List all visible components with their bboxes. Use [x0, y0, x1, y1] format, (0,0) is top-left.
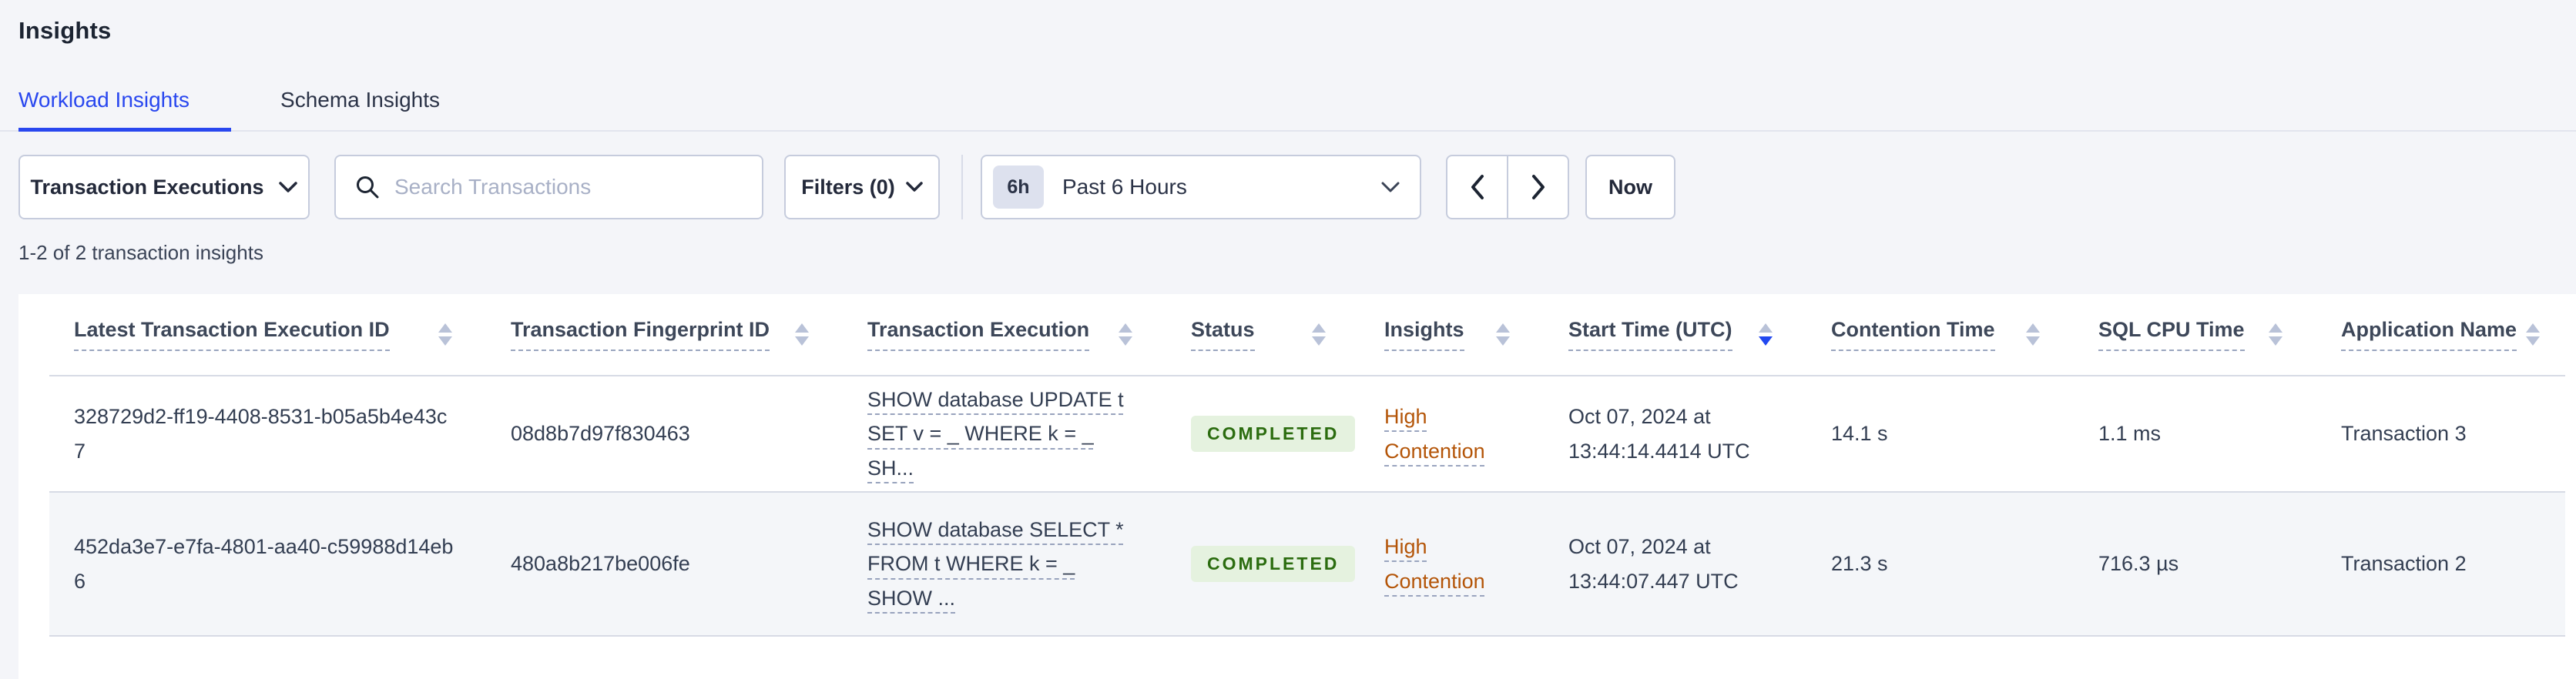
time-range-arrows — [1446, 155, 1569, 219]
time-range-badge: 6h — [993, 166, 1044, 209]
cell-insights: High Contention — [1360, 376, 1544, 493]
sort-icon — [795, 323, 809, 346]
time-range-next-button[interactable] — [1507, 156, 1568, 218]
column-header-insights[interactable]: Insights — [1360, 294, 1544, 376]
sort-icon — [1119, 323, 1132, 346]
sort-icon — [2526, 323, 2541, 346]
table-row: 452da3e7-e7fa-4801-aa40-c59988d14eb6 480… — [49, 492, 2565, 637]
cell-latest-execution-id: 452da3e7-e7fa-4801-aa40-c59988d14eb6 — [49, 492, 486, 637]
sort-icon — [438, 323, 452, 346]
transaction-execution-link[interactable]: SHOW database UPDATE t SET v = _ WHERE k… — [867, 388, 1124, 480]
transaction-insights-table: Latest Transaction Execution ID Transact… — [49, 294, 2565, 637]
insights-table-card: Latest Transaction Execution ID Transact… — [18, 294, 2576, 679]
column-header-fingerprint-id[interactable]: Transaction Fingerprint ID — [486, 294, 843, 376]
chevron-down-icon — [906, 182, 923, 192]
results-summary: 1-2 of 2 transaction insights — [18, 241, 263, 264]
sort-icon — [1496, 323, 1510, 346]
time-range-label: Past 6 Hours — [1062, 175, 1187, 199]
cell-status: COMPLETED — [1166, 376, 1360, 493]
page-title: Insights — [18, 17, 112, 44]
chevron-down-icon — [278, 181, 298, 193]
cell-start-time: Oct 07, 2024 at 13:44:14.4414 UTC — [1544, 376, 1806, 493]
cell-contention-time: 14.1 s — [1806, 376, 2074, 493]
time-range-prev-button[interactable] — [1447, 156, 1507, 218]
cell-application-name: Transaction 2 — [2316, 492, 2565, 637]
filters-label: Filters (0) — [801, 175, 895, 199]
insight-link[interactable]: High Contention — [1384, 535, 1485, 593]
toolbar: Transaction Executions Filters (0) 6h Pa… — [18, 155, 2558, 219]
cell-contention-time: 21.3 s — [1806, 492, 2074, 637]
cell-sql-cpu-time: 716.3 µs — [2074, 492, 2316, 637]
time-range-picker[interactable]: 6h Past 6 Hours — [981, 155, 1421, 219]
search-input[interactable] — [393, 174, 743, 200]
cell-status: COMPLETED — [1166, 492, 1360, 637]
cell-fingerprint-id: 480a8b217be006fe — [486, 492, 843, 637]
transaction-execution-link[interactable]: SHOW database SELECT * FROM t WHERE k = … — [867, 518, 1124, 610]
insight-link[interactable]: High Contention — [1384, 405, 1485, 463]
status-badge: COMPLETED — [1191, 545, 1356, 583]
insights-tab-bar: Workload Insights Schema Insights — [0, 88, 2576, 132]
cell-transaction-execution: SHOW database UPDATE t SET v = _ WHERE k… — [843, 376, 1166, 493]
table-row: 328729d2-ff19-4408-8531-b05a5b4e43c7 08d… — [49, 376, 2565, 493]
sort-icon — [1312, 323, 1326, 346]
sort-icon — [2269, 323, 2283, 346]
column-header-contention-time[interactable]: Contention Time — [1806, 294, 2074, 376]
execution-type-label: Transaction Executions — [30, 175, 264, 199]
tab-schema-insights[interactable]: Schema Insights — [280, 88, 481, 132]
column-header-application-name[interactable]: Application Name — [2316, 294, 2565, 376]
toolbar-divider — [961, 155, 963, 219]
sort-icon-descending-active — [1759, 323, 1773, 346]
status-badge: COMPLETED — [1191, 415, 1356, 453]
column-header-transaction-execution[interactable]: Transaction Execution — [843, 294, 1166, 376]
filters-button[interactable]: Filters (0) — [784, 155, 940, 219]
cell-application-name: Transaction 3 — [2316, 376, 2565, 493]
column-header-latest-execution-id[interactable]: Latest Transaction Execution ID — [49, 294, 486, 376]
search-box — [334, 155, 763, 219]
column-header-sql-cpu-time[interactable]: SQL CPU Time — [2074, 294, 2316, 376]
cell-insights: High Contention — [1360, 492, 1544, 637]
column-header-start-time[interactable]: Start Time (UTC) — [1544, 294, 1806, 376]
chevron-left-icon — [1470, 174, 1485, 200]
chevron-right-icon — [1531, 174, 1546, 200]
execution-type-dropdown[interactable]: Transaction Executions — [18, 155, 310, 219]
search-icon — [354, 174, 381, 200]
column-header-status[interactable]: Status — [1166, 294, 1360, 376]
cell-start-time: Oct 07, 2024 at 13:44:07.447 UTC — [1544, 492, 1806, 637]
tab-workload-insights[interactable]: Workload Insights — [18, 88, 232, 132]
cell-sql-cpu-time: 1.1 ms — [2074, 376, 2316, 493]
cell-latest-execution-id: 328729d2-ff19-4408-8531-b05a5b4e43c7 — [49, 376, 486, 493]
cell-transaction-execution: SHOW database SELECT * FROM t WHERE k = … — [843, 492, 1166, 637]
sort-icon — [2026, 323, 2040, 346]
now-button-label: Now — [1608, 175, 1652, 199]
table-header-row: Latest Transaction Execution ID Transact… — [49, 294, 2565, 376]
now-button[interactable]: Now — [1585, 155, 1675, 219]
chevron-down-icon — [1381, 182, 1400, 193]
cell-fingerprint-id: 08d8b7d97f830463 — [486, 376, 843, 493]
